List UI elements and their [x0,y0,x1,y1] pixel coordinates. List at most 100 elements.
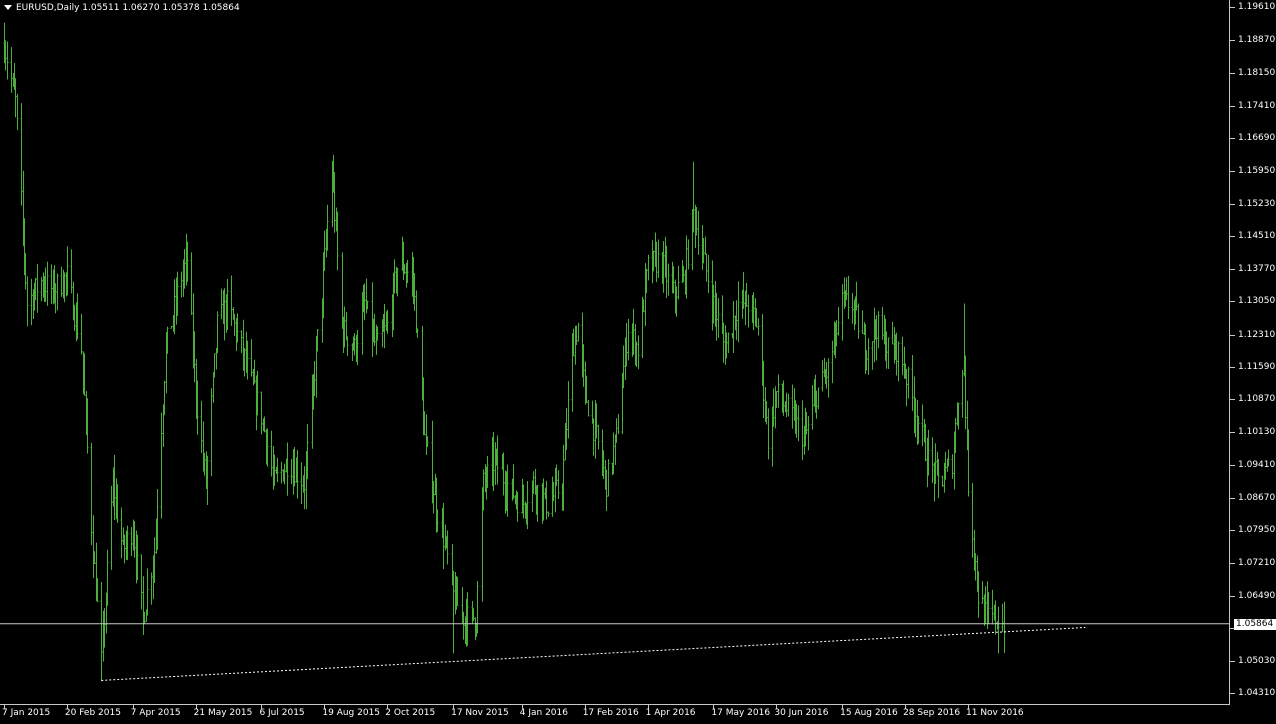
ohlc-bar [841,284,844,341]
ohlc-bar [200,400,203,453]
price-axis-tick [1230,563,1235,565]
ohlc-bar [971,483,974,558]
price-axis-label: 1.17410 [1238,100,1276,111]
price-axis-tick [1230,105,1235,107]
ohlc-bar [757,318,760,336]
price-axis-tick [1230,7,1235,8]
price-axis-tick [1230,497,1235,499]
ohlc-bar [887,337,890,369]
ohlc-bar [130,527,133,556]
time-axis-label: 15 Aug 2016 [840,708,898,718]
time-axis-label: 28 Sep 2016 [903,708,961,718]
ohlc-bar [160,412,163,519]
ohlc-bar [617,413,620,435]
price-axis-label: 1.07950 [1238,525,1276,536]
price-axis-label: 1.15230 [1238,198,1276,209]
ohlc-bar [821,360,824,392]
price-axis-label: 1.15950 [1238,166,1276,177]
ohlc-bar [290,459,293,485]
ohlc-bar [825,361,828,389]
price-axis-label: 1.13050 [1238,296,1276,307]
header-text: EURUSD,Daily 1.05511 1.06270 1.05378 1.0… [16,3,240,13]
dropdown-triangle-icon[interactable] [4,5,12,10]
ohlc-bar [705,253,708,282]
ohlc-bar [921,404,924,447]
ohlc-bar [50,264,53,304]
price-axis-label: 1.14510 [1238,230,1276,241]
price-axis-tick [1230,171,1235,173]
ohlc-bar [881,306,884,340]
ohlc-bar [961,369,964,418]
time-axis-label: 1 Apr 2016 [645,708,696,718]
ohlc-bar [140,554,143,610]
ohlc-bar [345,311,348,341]
price-axis-label: 1.19610 [1238,2,1276,12]
ohlc-bar [557,470,560,500]
price-axis-tick [1230,399,1235,401]
ohlc-bar [901,336,904,376]
price-axis-label: 1.16690 [1238,133,1276,143]
ohlc-bar [807,416,810,451]
ohlc-bar [210,388,213,477]
time-axis-label: 17 Nov 2015 [451,708,509,718]
price-axis-label: 1.04310 [1238,688,1276,699]
ohlc-bar [657,239,660,279]
time-axis-label: 17 Feb 2016 [582,708,639,718]
ohlc-bar [10,47,13,93]
ohlc-bar [36,264,39,313]
price-axis-tick [1230,203,1235,205]
price-axis-label: 1.10130 [1238,427,1276,438]
ohlc-bar [801,400,804,461]
price-chart[interactable] [0,0,1230,705]
ohlc-bar [937,458,940,499]
ohlc-bar [607,459,610,497]
ohlc-bar [877,311,880,349]
price-axis-tick [1230,693,1235,695]
ohlc-bar [997,606,1000,654]
ohlc-bar [60,266,63,297]
ohlc-bar [230,275,233,327]
trendline[interactable] [101,626,1086,681]
chart-window[interactable]: EURUSD,Daily 1.05511 1.06270 1.05378 1.0… [0,0,1276,724]
plot-area[interactable] [0,0,1230,705]
ohlc-bar [70,249,73,294]
price-axis-tick [1230,595,1235,597]
chart-header: EURUSD,Daily 1.05511 1.06270 1.05378 1.0… [4,3,240,13]
price-axis-tick [1230,530,1235,532]
price-axis-tick [1230,269,1235,270]
ohlc-bar [547,511,550,517]
ohlc-bar [425,414,428,456]
price-axis-label: 1.13770 [1238,264,1276,274]
ohlc-bar [627,318,630,361]
price-axis-label: 1.11590 [1238,361,1276,372]
ohlc-bar [92,515,95,579]
ohlc-bar [170,325,173,329]
price-axis-label: 1.05030 [1238,656,1276,667]
price-axis-tick [1230,432,1235,434]
ohlc-bar [797,405,800,442]
ohlc-bar [857,303,860,339]
ohlc-bar [577,322,580,342]
ohlc-bar [677,265,680,300]
ohlc-bar [146,568,149,616]
ohlc-bar [240,330,243,353]
ohlc-bar [732,301,735,353]
ohlc-bar [647,254,650,281]
ohlc-bar [951,454,954,479]
ohlc-bar [697,210,700,255]
ohlc-bar [867,338,870,375]
time-axis-label: 4 Jan 2016 [519,708,568,718]
ohlc-bar [415,290,418,334]
ohlc-bar [180,271,183,298]
ohlc-bar [587,400,590,417]
ohlc-bar [707,254,710,293]
price-axis-label: 1.18150 [1238,67,1276,78]
ohlc-bar [861,310,864,334]
ohlc-bar [220,288,223,320]
ohlc-bar [907,366,910,399]
time-axis-label: 2 Oct 2015 [385,708,436,718]
time-axis-label: 11 Nov 2016 [966,708,1024,718]
ohlc-bar [931,437,934,484]
ohlc-bar [110,485,113,570]
ohlc-bar [851,292,854,324]
